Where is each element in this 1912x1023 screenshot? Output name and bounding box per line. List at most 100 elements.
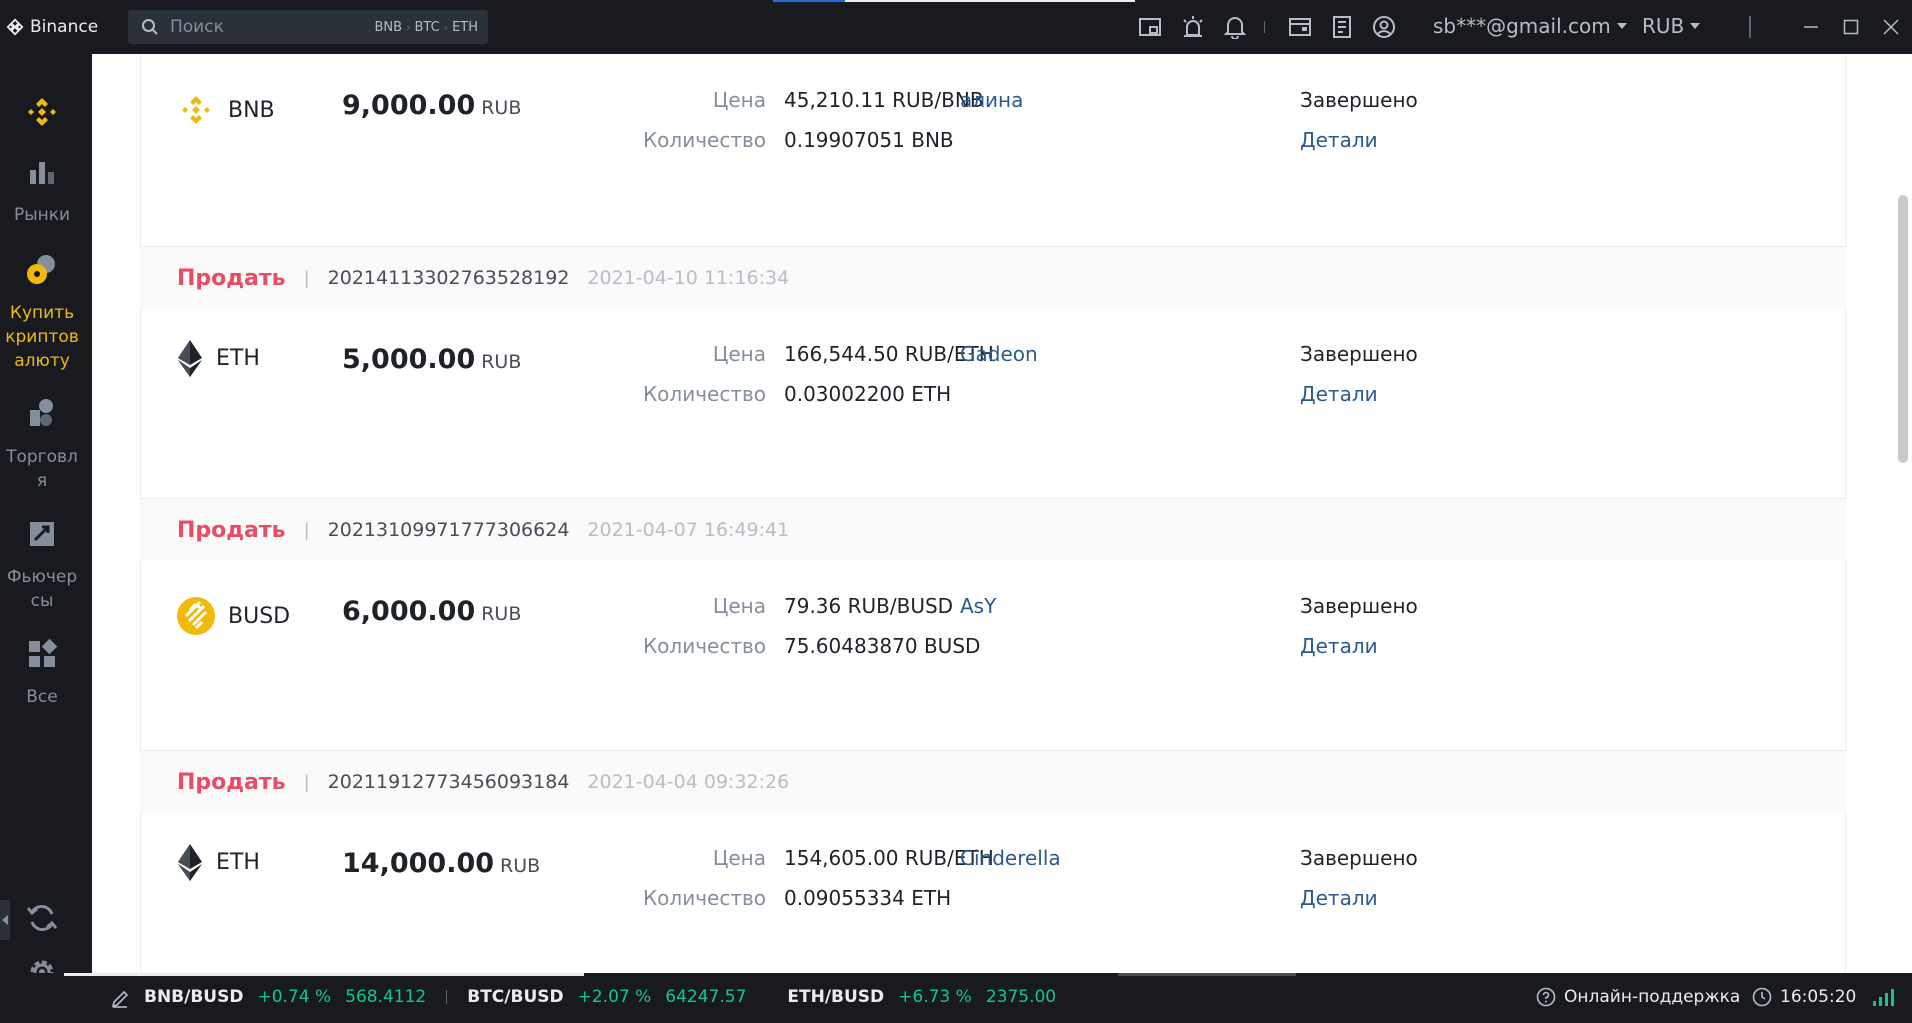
sidebar-logo[interactable]: [0, 94, 84, 143]
quantity-value: 0.03002200 ETH: [784, 382, 952, 406]
eth-coin-icon: [178, 340, 202, 377]
search-quick-tags: BNB › BTC › ETH: [374, 19, 479, 35]
order-side: Продать: [177, 769, 286, 795]
currency-value: RUB: [1642, 14, 1685, 38]
toolbar-divider: [1264, 21, 1265, 33]
order-history-content: BNB 9,000.00 RUB Цена 45,210.11 RUB/BNB …: [92, 54, 1894, 973]
order-row: ETH 5,000.00 RUB Цена 166,544.50 RUB/ETH…: [140, 308, 1846, 498]
ticker-strip: BNB/BUSD +0.74 % 568.4112 BTC/BUSD +2.07…: [144, 987, 1076, 1007]
search-tag-btc[interactable]: BTC: [414, 20, 439, 35]
details-link[interactable]: Детали: [1300, 128, 1378, 152]
coin-cell: BUSD: [176, 596, 290, 636]
amount-currency: RUB: [481, 351, 522, 373]
currency-selector[interactable]: RUB: [1642, 14, 1701, 38]
clock-icon: [1752, 987, 1772, 1007]
price-label: Цена: [712, 88, 766, 112]
counterparty-link[interactable]: AsY: [960, 594, 996, 618]
chevron-down-icon: [1616, 23, 1627, 29]
layout-icon[interactable]: [1138, 14, 1164, 40]
eth-coin-icon: [178, 844, 202, 881]
amount-value: 14,000.00: [342, 848, 495, 879]
price-field: Цена 166,544.50 RUB/ETH: [600, 342, 994, 366]
counterparty-link[interactable]: Cinderella: [960, 846, 1061, 870]
search-icon: [142, 19, 158, 35]
account-menu[interactable]: sb***@gmail.com: [1433, 14, 1627, 38]
search-tag-eth[interactable]: ETH: [452, 20, 478, 35]
notification-bell-icon[interactable]: [1222, 14, 1248, 40]
wallet-icon[interactable]: [1287, 14, 1313, 40]
order-id[interactable]: 20213109971777306624: [328, 519, 570, 541]
sidebar: Рынки Купить криптов алюту Торговл я Фью…: [0, 54, 92, 1023]
ticker-price: 64247.57: [665, 987, 747, 1007]
status-text: Завершено: [1300, 342, 1418, 366]
counterparty-link[interactable]: алина: [960, 88, 1023, 112]
status-text: Завершено: [1300, 846, 1418, 870]
coin-name: BUSD: [228, 603, 291, 629]
sidebar-item-label: я: [36, 471, 48, 491]
alert-icon[interactable]: [1180, 14, 1206, 40]
price-label: Цена: [712, 342, 766, 366]
search-tag-bnb[interactable]: BNB: [375, 20, 403, 35]
sidebar-item-all[interactable]: Все: [0, 636, 84, 709]
quantity-field: Количество 0.03002200 ETH: [600, 382, 951, 406]
status-text: Завершено: [1300, 88, 1418, 112]
fiat-amount: 6,000.00 RUB: [342, 596, 521, 627]
refresh-icon: [26, 905, 58, 931]
refresh-button[interactable]: [0, 900, 84, 949]
coin-name: BNB: [228, 97, 275, 123]
binance-logo-icon: [6, 18, 24, 36]
ticker-change: +2.07 %: [577, 987, 652, 1007]
connection-signal-icon: [1873, 989, 1894, 1006]
details-link[interactable]: Детали: [1300, 382, 1378, 406]
title-bar: Binance Поиск BNB › BTC › ETH sb***@gmai…: [0, 0, 1912, 54]
amount-value: 6,000.00: [342, 596, 476, 627]
sidebar-item-futures[interactable]: Фьючер сы: [0, 516, 84, 613]
close-button[interactable]: [1876, 12, 1906, 42]
ticker-item[interactable]: ETH/BUSD +6.73 % 2375.00: [787, 987, 1056, 1007]
quantity-value: 0.09055334 ETH: [784, 886, 952, 910]
sidebar-item-markets[interactable]: Рынки: [0, 154, 84, 227]
profile-icon[interactable]: [1371, 14, 1397, 40]
markets-icon: [30, 162, 54, 184]
price-field: Цена 154,605.00 RUB/ETH: [600, 846, 994, 870]
price-label: Цена: [712, 594, 766, 618]
scrollbar-thumb[interactable]: [1898, 195, 1908, 463]
maximize-button[interactable]: [1836, 12, 1866, 42]
order-row: ETH 14,000.00 RUB Цена 154,605.00 RUB/ET…: [140, 812, 1846, 973]
quantity-value: 75.60483870 BUSD: [784, 634, 981, 658]
close-icon: [1883, 19, 1899, 35]
orders-icon[interactable]: [1329, 14, 1355, 40]
amount-currency: RUB: [481, 97, 522, 119]
quantity-field: Количество 0.19907051 BNB: [600, 128, 954, 152]
sidebar-item-trade[interactable]: Торговл я: [0, 396, 84, 493]
chevron-down-icon: [1690, 23, 1701, 29]
ticker-price: 568.4112: [345, 987, 427, 1007]
ticker-item[interactable]: BTC/BUSD +2.07 % 64247.57: [467, 987, 746, 1007]
trade-icon: [30, 399, 53, 426]
counterparty-link[interactable]: Gadeon: [960, 342, 1038, 366]
coin-cell: ETH: [176, 842, 260, 882]
buy-crypto-icon: [27, 255, 55, 284]
scrollbar-track[interactable]: [1894, 54, 1912, 973]
support-label: Онлайн-поддержка: [1564, 987, 1741, 1007]
clock: 16:05:20: [1752, 987, 1856, 1007]
minimize-button[interactable]: [1796, 12, 1826, 42]
futures-icon: [30, 522, 54, 546]
coin-name: ETH: [216, 849, 260, 875]
edit-icon[interactable]: [110, 989, 130, 1009]
order-header: Продать | 20214113302763528192 2021-04-1…: [140, 246, 1846, 309]
order-id[interactable]: 20214113302763528192: [328, 267, 570, 289]
quantity-label: Количество: [642, 382, 766, 406]
details-link[interactable]: Детали: [1300, 634, 1378, 658]
details-link[interactable]: Детали: [1300, 886, 1378, 910]
quantity-label: Количество: [642, 128, 766, 152]
amount-currency: RUB: [481, 603, 522, 625]
sidebar-item-label: сы: [30, 591, 54, 611]
online-support-button[interactable]: Онлайн-поддержка: [1536, 987, 1740, 1007]
search-box[interactable]: Поиск BNB › BTC › ETH: [128, 10, 488, 44]
amount-value: 9,000.00: [342, 90, 476, 121]
search-input[interactable]: Поиск: [170, 17, 375, 37]
sidebar-item-buy-crypto[interactable]: Купить криптов алюту: [0, 252, 84, 373]
order-id[interactable]: 20211912773456093184: [328, 771, 570, 793]
ticker-item[interactable]: BNB/BUSD +0.74 % 568.4112: [144, 987, 426, 1007]
